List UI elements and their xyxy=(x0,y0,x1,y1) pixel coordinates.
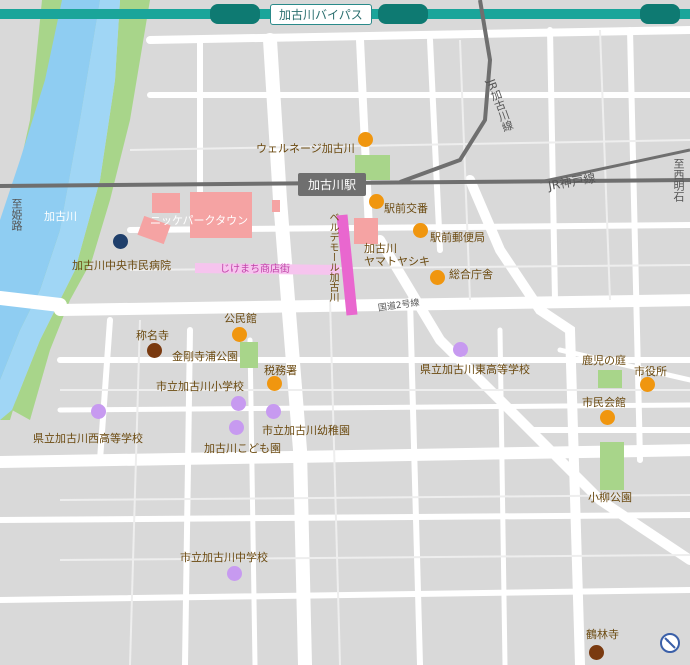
road-255x xyxy=(247,337,258,665)
marker-shimin-kaikan[interactable] xyxy=(600,410,615,425)
marker-kako-jhs[interactable] xyxy=(227,566,242,581)
park-koyagi xyxy=(600,442,624,490)
road-550x xyxy=(547,27,558,303)
marker-zeimusho[interactable] xyxy=(267,376,282,391)
marker-ekimae-post[interactable] xyxy=(413,223,428,238)
map-base xyxy=(0,0,690,665)
marker-nishi-hs[interactable] xyxy=(91,404,106,419)
map-area: 加古川バイパス 加古川駅 JR加古川線 JR神戸線 至姫路 至西明石 加古川 国… xyxy=(0,0,690,665)
label-ekimae-koban: 駅前交番 xyxy=(384,202,428,215)
marker-kominkan[interactable] xyxy=(232,327,247,342)
label-shiyakusho: 市役所 xyxy=(634,365,667,378)
park-kagononiwa xyxy=(598,370,622,388)
compass-icon xyxy=(660,633,680,653)
label-kako-jhs: 市立加古川中学校 xyxy=(180,551,268,564)
marker-sogo-chosha[interactable] xyxy=(430,270,445,285)
kakogawa-station[interactable]: 加古川駅 xyxy=(298,173,367,196)
building-yamatoyashiki xyxy=(354,218,378,244)
marker-kako-elem[interactable] xyxy=(231,396,246,411)
road-520 xyxy=(0,512,690,523)
label-jikemachi: じけまち商店街 xyxy=(220,264,290,275)
label-hospital: 加古川中央市民病院 xyxy=(72,259,171,272)
marker-ekimae-koban[interactable] xyxy=(369,194,384,209)
marker-higashi-hs[interactable] xyxy=(453,342,468,357)
label-koyagi-park: 小柳公園 xyxy=(588,491,632,504)
to-himeji-label: 至姫路 xyxy=(10,198,23,231)
marker-kako-kinder[interactable] xyxy=(266,404,281,419)
label-kakurinji: 鶴林寺 xyxy=(586,628,619,641)
building-small xyxy=(272,200,280,212)
to-nishiakashi-label: 至西明石 xyxy=(672,158,685,202)
marker-kakurinji[interactable] xyxy=(589,645,604,660)
label-shomyoji: 称名寺 xyxy=(136,329,169,342)
route2-road xyxy=(54,294,690,316)
label-kako-elem: 市立加古川小学校 xyxy=(156,380,244,393)
label-kodomoen: 加古川こども園 xyxy=(204,442,281,455)
marker-welnej[interactable] xyxy=(358,132,373,147)
marker-hospital[interactable] xyxy=(113,234,128,249)
bypass-interchange-center xyxy=(378,4,428,24)
central-ns-road xyxy=(263,33,312,665)
park-kongoji xyxy=(240,342,258,368)
building-nikke-1 xyxy=(152,193,180,213)
label-kongoji-park: 金剛寺浦公園 xyxy=(172,350,238,363)
label-kako-kinder: 市立加古川幼稚園 xyxy=(262,424,350,437)
label-sogo-chosha: 総合庁舎 xyxy=(449,268,493,281)
diagonal-road-se xyxy=(375,235,690,565)
label-shimin-kaikan: 市民会館 xyxy=(582,396,626,409)
marker-kodomoen[interactable] xyxy=(229,420,244,435)
label-kagononiwa: 鹿児の庭 xyxy=(582,354,626,367)
label-kominkan: 公民館 xyxy=(224,312,257,325)
label-welnej: ウェルネージ加古川 xyxy=(256,142,355,155)
north-road xyxy=(146,26,690,44)
label-zeimusho: 税務署 xyxy=(264,364,297,377)
bypass-interchange-west xyxy=(210,4,260,24)
bypass-label: 加古川バイパス xyxy=(270,4,372,25)
label-belle-mall: ベルデモール加古川 xyxy=(327,212,338,302)
label-nishi-hs: 県立加古川西高等学校 xyxy=(33,432,143,445)
river-label: 加古川 xyxy=(44,210,77,223)
jr-kakogawa-line xyxy=(399,0,493,184)
label-ekimae-post: 駅前郵便局 xyxy=(430,231,485,244)
marker-shiyakusho[interactable] xyxy=(640,377,655,392)
marker-shomyoji[interactable] xyxy=(147,343,162,358)
label-nikke-park-town: ニッケパークタウン xyxy=(150,214,249,227)
bridge-road xyxy=(0,291,67,312)
road-415x xyxy=(407,297,423,665)
label-higashi-hs: 県立加古川東高等学校 xyxy=(420,363,530,376)
road-600 xyxy=(0,587,690,603)
bypass-interchange-east xyxy=(640,4,680,24)
label-yamatoyashiki: 加古川 ヤマトヤシキ xyxy=(364,242,430,268)
